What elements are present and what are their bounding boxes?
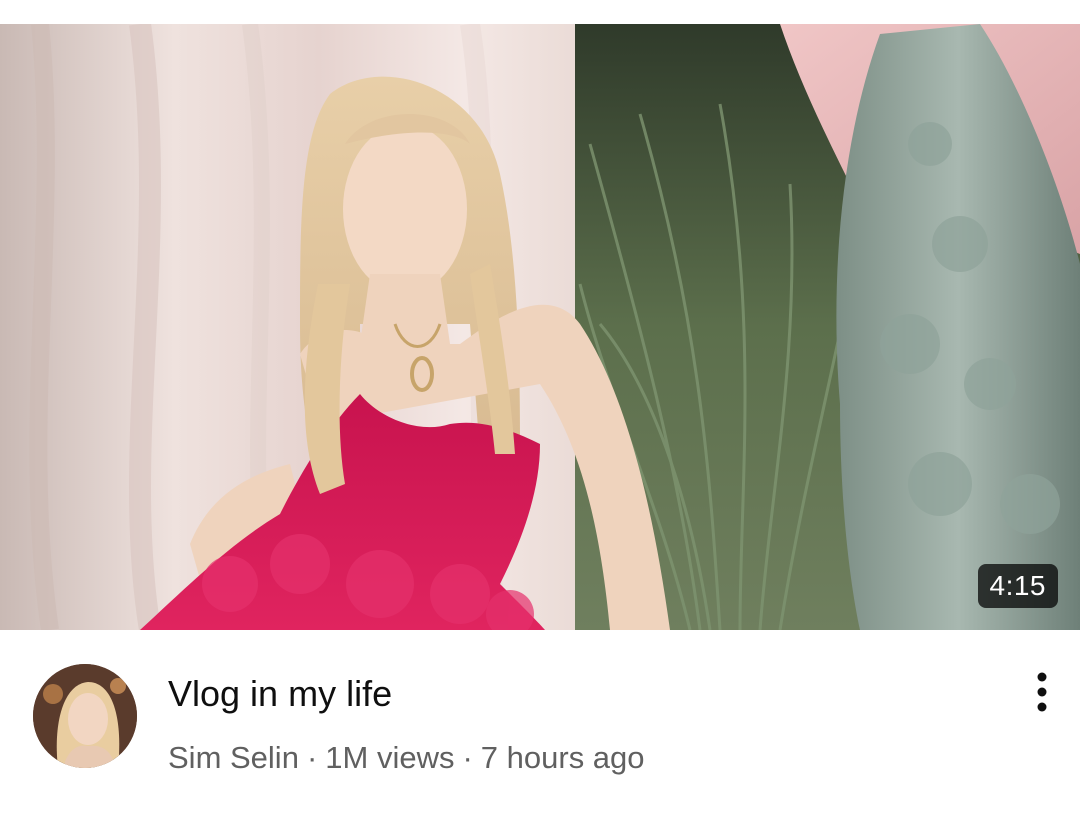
more-options-button[interactable] <box>1018 668 1066 716</box>
video-subtitle: Sim Selin · 1M views · 7 hours ago <box>168 740 645 776</box>
video-card[interactable]: 4:15 Vlog in my life Sim Selin · 1M views ·… <box>0 0 1080 826</box>
video-title[interactable]: Vlog in my life <box>168 674 392 714</box>
video-thumbnail[interactable]: 4:15 <box>0 24 1080 630</box>
video-meta: Vlog in my life Sim Selin · 1M views · 7 hou… <box>0 630 1080 826</box>
separator: · <box>462 740 473 775</box>
view-count: 1M views <box>325 740 455 775</box>
more-vert-icon <box>1037 672 1047 712</box>
thumbnail-image <box>0 24 1080 630</box>
channel-avatar[interactable] <box>33 664 137 768</box>
channel-name[interactable]: Sim Selin <box>168 740 299 775</box>
upload-age: 7 hours ago <box>480 740 645 775</box>
avatar-image <box>33 664 137 768</box>
video-duration-badge: 4:15 <box>977 564 1058 608</box>
separator: · <box>306 740 318 775</box>
